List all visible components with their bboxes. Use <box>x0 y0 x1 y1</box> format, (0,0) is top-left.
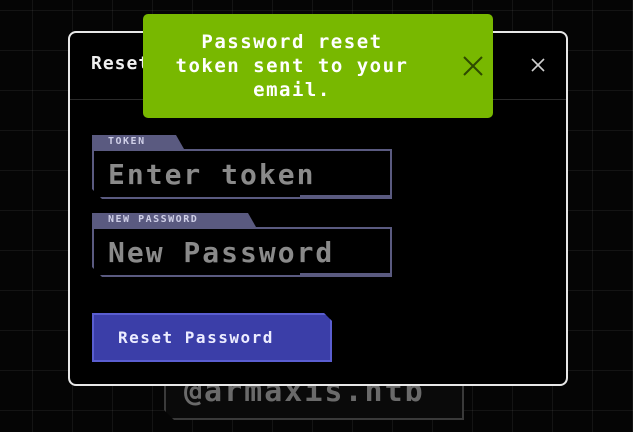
token-input-accent <box>300 195 392 199</box>
toast-close-button[interactable] <box>461 54 485 78</box>
close-icon <box>531 58 545 72</box>
new-password-input-accent <box>300 273 392 277</box>
modal-close-button[interactable] <box>528 55 548 75</box>
success-toast: Password reset token sent to your email. <box>143 14 493 118</box>
token-input[interactable] <box>92 149 392 199</box>
toast-message: Password reset token sent to your email. <box>175 31 409 101</box>
reset-password-button[interactable]: Reset Password <box>92 313 332 362</box>
token-label: TOKEN <box>92 135 184 149</box>
new-password-label: NEW PASSWORD <box>92 213 256 227</box>
close-icon <box>463 56 483 76</box>
new-password-input[interactable] <box>92 227 392 277</box>
